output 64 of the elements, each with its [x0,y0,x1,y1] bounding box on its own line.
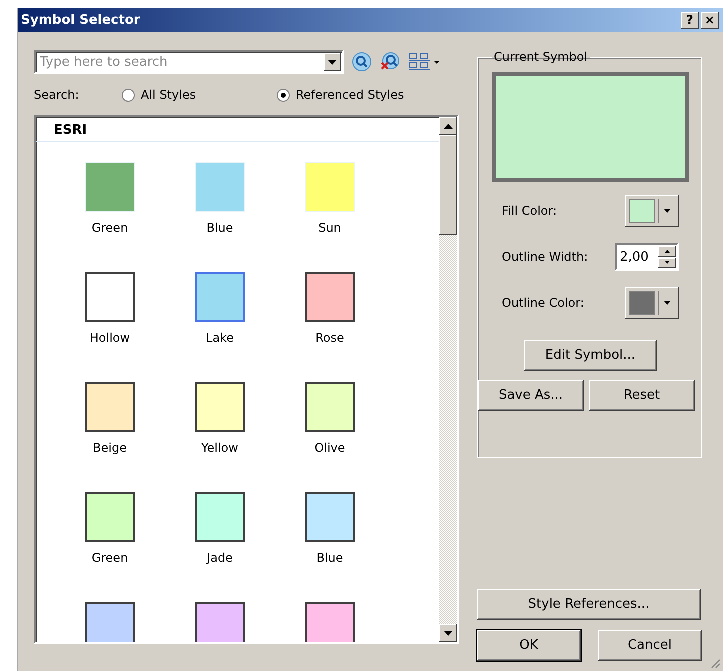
caret-icon [664,301,670,305]
symbol-name: Hollow [90,331,130,345]
outline-color-label: Outline Color: [502,296,584,310]
symbol-name: Blue [316,551,344,565]
symbol-name: Sun [318,221,342,235]
symbol-swatch[interactable] [305,492,355,542]
symbol-swatch[interactable] [85,382,135,432]
scope-radio[interactable]: Referenced Styles [277,88,404,102]
help-button[interactable]: ? [681,12,699,28]
symbol-name: Jade [207,551,233,565]
group-title: Current Symbol [493,50,589,64]
reset-button[interactable]: Reset [589,380,695,411]
fill-color-picker[interactable] [625,195,679,227]
edit-symbol-button[interactable]: Edit Symbol... [524,340,657,371]
save-as-button[interactable]: Save As... [478,380,584,411]
spin-up-button[interactable] [658,246,676,256]
resize-grip-icon[interactable] [709,657,721,669]
spin-down-button[interactable] [658,258,676,268]
view-options-icon[interactable] [408,52,440,72]
symbol-swatch[interactable] [305,602,355,642]
symbol-swatch[interactable] [195,602,245,642]
symbol-swatch[interactable] [85,602,135,642]
caret-icon [664,209,670,213]
symbol-name: Yellow [202,441,238,455]
cancel-button[interactable]: Cancel [598,630,702,661]
symbol-swatch[interactable] [195,492,245,542]
symbol-name: Green [92,221,128,235]
down-arrow-icon [664,261,670,264]
symbol-name: Rose [316,331,344,345]
down-arrow-icon [444,630,452,636]
scroll-up-button[interactable] [439,117,457,135]
close-button[interactable]: × [701,12,719,28]
dropdown-button[interactable] [324,53,341,71]
clear-search-icon[interactable] [380,52,400,72]
search-icon[interactable] [352,52,372,72]
scroll-thumb[interactable] [439,135,457,235]
symbol-name: Beige [93,441,127,455]
search-combo-box[interactable]: Type here to search [34,50,344,74]
caret-icon [328,60,337,64]
outline-width-field[interactable]: 2,00 [617,245,657,269]
outline-width-spinner[interactable]: 2,00 [615,243,679,271]
symbol-swatch[interactable] [195,272,245,322]
symbol-swatch[interactable] [305,382,355,432]
search-label: Search: [34,88,80,102]
search-field[interactable]: Type here to search [36,52,323,72]
symbol-name: Olive [314,441,346,455]
symbol-swatch[interactable] [85,272,135,322]
up-arrow-icon [664,250,670,253]
scope-radio[interactable]: All Styles [122,88,277,102]
symbol-name: Blue [206,221,234,235]
ok-button[interactable]: OK [477,630,581,661]
symbol-swatch[interactable] [85,492,135,542]
symbol-name: Green [92,551,128,565]
window-title: Symbol Selector [21,12,142,28]
scroll-down-button[interactable] [439,624,457,642]
outline-color-picker[interactable] [625,287,679,319]
symbol-swatch[interactable] [305,272,355,322]
up-arrow-icon [444,124,452,128]
group-header: ESRI [36,117,439,142]
fill-color-label: Fill Color: [502,204,558,218]
symbol-swatch[interactable] [195,382,245,432]
outline-width-label: Outline Width: [502,250,588,264]
symbol-name: Lake [206,331,234,345]
style-references-button[interactable]: Style References... [477,589,701,620]
